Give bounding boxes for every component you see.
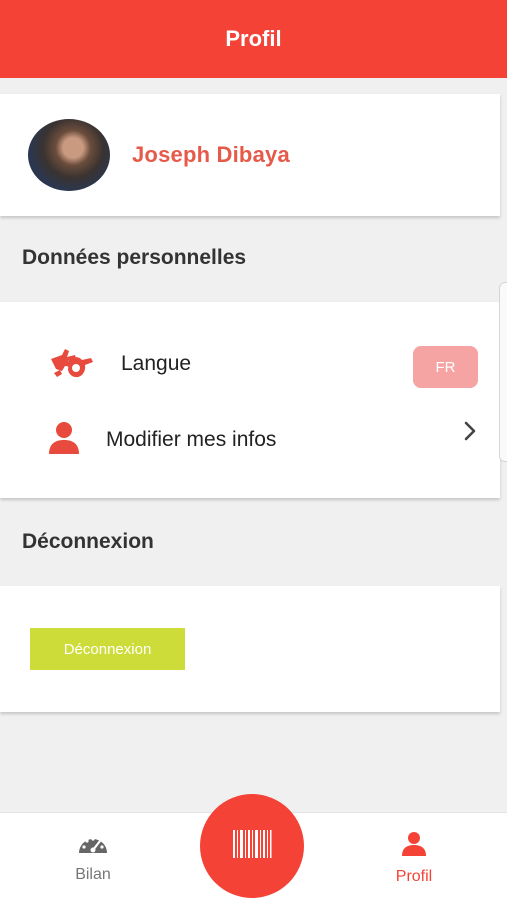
user-icon [47, 420, 81, 456]
nav-label-profil: Profil [395, 868, 433, 885]
scrollbar[interactable] [499, 282, 507, 462]
page-title: Profil [225, 26, 282, 51]
logout-button[interactable]: Déconnexion [30, 628, 185, 670]
settings-card [0, 302, 500, 498]
avatar [28, 119, 110, 191]
language-value-badge[interactable]: FR [413, 346, 478, 388]
sign-language-icon [48, 346, 96, 382]
section-title-logout: Déconnexion [22, 530, 154, 553]
dashboard-gauge-icon [77, 831, 109, 860]
scan-barcode-button[interactable] [200, 794, 304, 898]
section-title-personal-data: Données personnelles [22, 246, 247, 269]
language-label: Langue [121, 352, 192, 375]
profile-name: Joseph Dibaya [132, 142, 290, 167]
nav-item-profil[interactable]: Profil [369, 831, 459, 886]
chevron-right-icon[interactable] [459, 420, 481, 442]
app-header: Profil [0, 0, 507, 78]
profile-card: Joseph Dibaya [0, 94, 500, 216]
nav-item-bilan[interactable]: Bilan [48, 831, 138, 884]
edit-info-row[interactable]: Modifier mes infos [0, 418, 500, 462]
nav-label-bilan: Bilan [75, 866, 111, 883]
barcode-icon [232, 829, 272, 864]
edit-info-label: Modifier mes infos [106, 428, 277, 451]
user-icon [401, 831, 427, 862]
